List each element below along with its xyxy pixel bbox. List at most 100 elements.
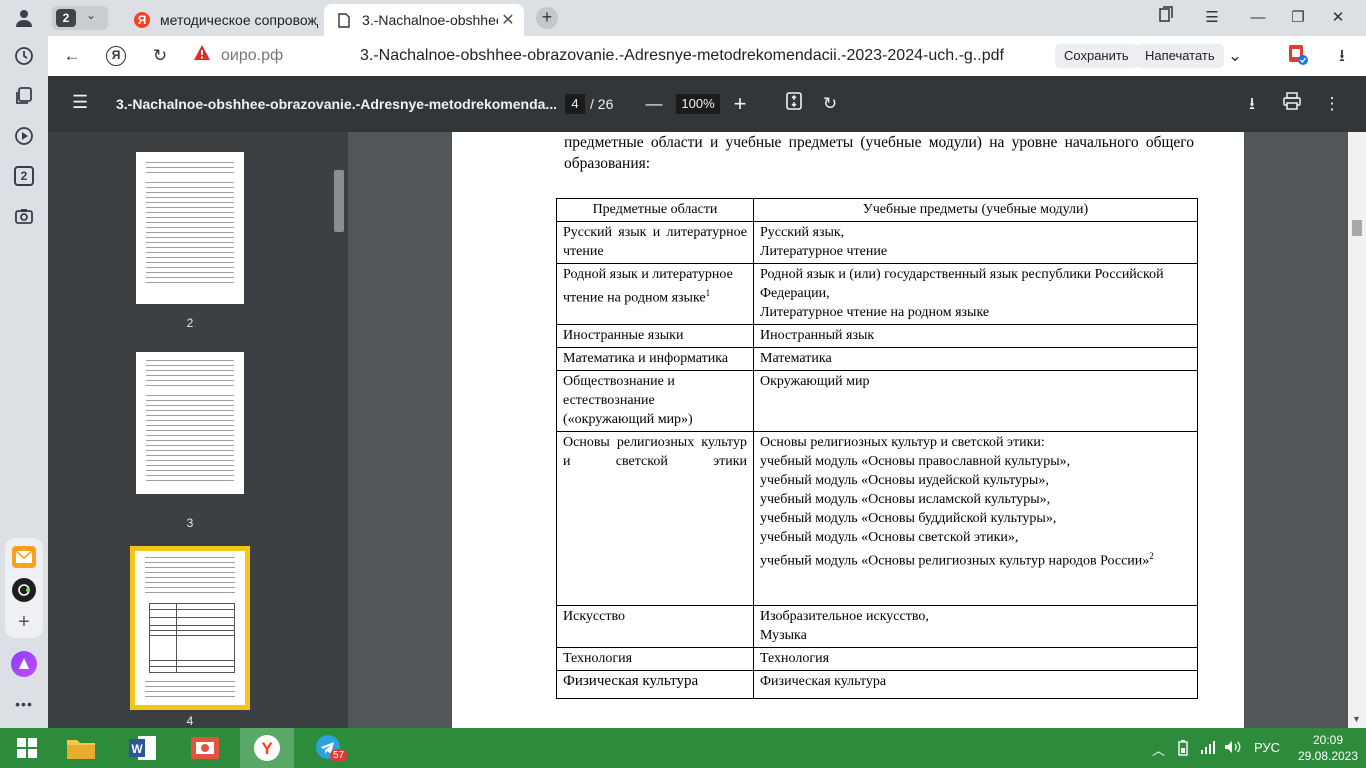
close-window-icon[interactable]: ✕ (1324, 4, 1352, 32)
bookmarks-icon[interactable] (1152, 4, 1180, 32)
add-app-icon[interactable]: + (12, 610, 36, 634)
word-icon[interactable]: W (116, 728, 170, 768)
column-header: Предметные области (556, 198, 754, 222)
subjects-cell: Русский язык, Литературное чтение (753, 221, 1198, 264)
print-button[interactable]: Напечатать (1136, 44, 1224, 68)
alice-assistant-icon[interactable] (11, 651, 37, 677)
print-icon[interactable] (1280, 92, 1304, 116)
profile-icon[interactable] (10, 4, 38, 32)
history-icon[interactable] (10, 42, 38, 70)
subjects-cell: Иностранный язык (753, 324, 1198, 348)
table-row: Русский язык и литературное чтение Русск… (556, 221, 1198, 264)
tab-pdf[interactable]: 3.-Nachalnoe-obshhee-o ✕ (324, 4, 524, 36)
thumbnail-table (149, 603, 235, 673)
tab-group-counter[interactable]: 2 ⌄ (52, 6, 108, 30)
column-header: Учебные предметы (учебные модули) (753, 198, 1198, 222)
subjects-cell: Основы религиозных культур и светской эт… (753, 431, 1198, 606)
table-header-row: Предметные области Учебные предметы (уче… (556, 198, 1198, 222)
tab-count-badge: 2 (56, 9, 76, 27)
table-row: Основы религиозных культур и светской эт… (556, 431, 1198, 606)
area-cell: Родной язык и литературное чтение на род… (556, 263, 754, 325)
area-cell: Искусство (556, 605, 754, 648)
tab-counter-icon[interactable]: 2 (10, 162, 38, 190)
telegram-icon[interactable]: 57 (302, 728, 356, 768)
pdf-toolbar: ☰ 3.-Nachalnoe-obshhee-obrazovanie.-Adre… (48, 76, 1366, 132)
yandex-home-icon[interactable]: Я (104, 44, 128, 68)
chevron-down-icon: ⌄ (86, 8, 97, 22)
fit-page-icon[interactable] (782, 92, 806, 116)
tray-chevron-icon[interactable]: ︿ (1152, 740, 1165, 759)
menu-icon[interactable]: ☰ (1198, 4, 1226, 32)
chevron-down-icon[interactable]: ⌄ (1223, 44, 1247, 68)
screenshot-icon[interactable] (10, 202, 38, 230)
system-clock[interactable]: 20:09 29.08.2023 (1296, 732, 1360, 764)
address-page-title[interactable]: 3.-Nachalnoe-obshhee-obrazovanie.-Adresn… (360, 47, 1004, 65)
subjects-cell: Физическая культура (753, 670, 1198, 699)
start-button[interactable] (0, 728, 54, 768)
subjects-cell: Математика (753, 347, 1198, 371)
download-icon[interactable]: ⭳ (1330, 44, 1354, 68)
address-bar: ← Я ↻ оиро.рф 3.-Nachalnoe-obshhee-obraz… (48, 36, 1366, 76)
file-explorer-icon[interactable] (54, 728, 108, 768)
pdf-extension-icon[interactable] (1286, 44, 1310, 68)
table-row: Иностранные языки Иностранный язык (556, 324, 1198, 348)
back-arrow-icon[interactable]: ← (60, 44, 84, 68)
footnote-mark: 1 (705, 288, 711, 298)
area-cell: Обществознание и естествознание («окружа… (556, 370, 754, 432)
area-cell: Основы религиозных культур и светской эт… (556, 431, 754, 606)
mail-icon[interactable] (12, 546, 36, 568)
battery-icon[interactable] (1176, 740, 1190, 759)
music-icon[interactable] (12, 578, 36, 602)
thumbnail-page-4-selected[interactable] (130, 546, 250, 710)
clock-time: 20:09 (1312, 733, 1344, 747)
thumbnail-scrollbar-thumb[interactable] (334, 170, 344, 232)
zoom-out-icon[interactable]: — (642, 92, 666, 116)
page-number-input[interactable]: 4 (565, 94, 585, 114)
close-tab-icon[interactable]: ✕ (498, 10, 518, 30)
presentation-app-icon[interactable] (178, 728, 232, 768)
area-cell: Иностранные языки (556, 324, 754, 348)
telegram-unread-badge: 57 (330, 749, 348, 762)
hamburger-menu-icon[interactable]: ☰ (72, 92, 88, 113)
thumbnail-page-2[interactable] (136, 152, 244, 304)
scroll-down-arrow-icon[interactable]: ▼ (1352, 714, 1361, 724)
minimize-icon[interactable]: — (1244, 4, 1272, 32)
warning-icon[interactable] (190, 44, 214, 68)
save-button[interactable]: Сохранить (1055, 44, 1138, 68)
video-icon[interactable] (10, 122, 38, 150)
tab-metodicheskoe[interactable]: Я методическое сопровожд (128, 4, 318, 36)
table-row: Обществознание и естествознание («окружа… (556, 370, 1198, 432)
more-options-icon[interactable]: ••• (10, 690, 38, 718)
language-indicator[interactable]: РУС (1254, 740, 1280, 755)
table-row: Искусство Изобразительное искусство, Музы… (556, 605, 1198, 648)
more-vertical-icon[interactable]: ⋮ (1320, 92, 1344, 116)
restore-icon[interactable]: ❐ (1284, 4, 1312, 32)
volume-icon[interactable] (1224, 740, 1242, 757)
table-row: Технология Технология (556, 647, 1198, 671)
zoom-level-input[interactable]: 100% (676, 94, 720, 114)
reload-icon[interactable]: ↻ (148, 44, 172, 68)
page-paragraph: предметные области и учебные предметы (у… (564, 134, 1194, 172)
subjects-table: Предметные области Учебные предметы (уче… (556, 198, 1198, 699)
new-tab-button[interactable]: + (536, 7, 558, 29)
collections-icon[interactable] (10, 82, 38, 110)
page-scrollbar-thumb[interactable] (1352, 220, 1362, 236)
pdf-page: предметные области и учебные предметы (у… (452, 132, 1244, 728)
page-total: / 26 (590, 96, 614, 112)
yandex-browser-taskbar-icon[interactable]: Y (240, 728, 294, 768)
clock-date: 29.08.2023 (1297, 749, 1359, 763)
thumbnail-label: 3 (186, 516, 194, 530)
sidebar-app-dock: + (5, 538, 43, 638)
thumbnail-sidebar: 2 3 4 (48, 132, 348, 728)
rotate-icon[interactable]: ↻ (818, 92, 842, 116)
address-domain[interactable]: оиро.рф (221, 47, 283, 65)
thumbnail-page-3[interactable] (136, 352, 244, 494)
network-signal-icon[interactable] (1200, 740, 1216, 757)
area-cell: Технология (556, 647, 754, 671)
browser-side-panel: 2 + ••• (0, 0, 48, 728)
tab-strip: 2 ⌄ Я методическое сопровожд 3.-Nachalno… (48, 0, 1366, 36)
svg-text:W: W (131, 742, 143, 756)
zoom-in-icon[interactable]: + (728, 92, 752, 116)
download-icon[interactable]: ⭳ (1240, 92, 1264, 116)
pdf-viewer: предметные области и учебные предметы (у… (348, 132, 1366, 728)
